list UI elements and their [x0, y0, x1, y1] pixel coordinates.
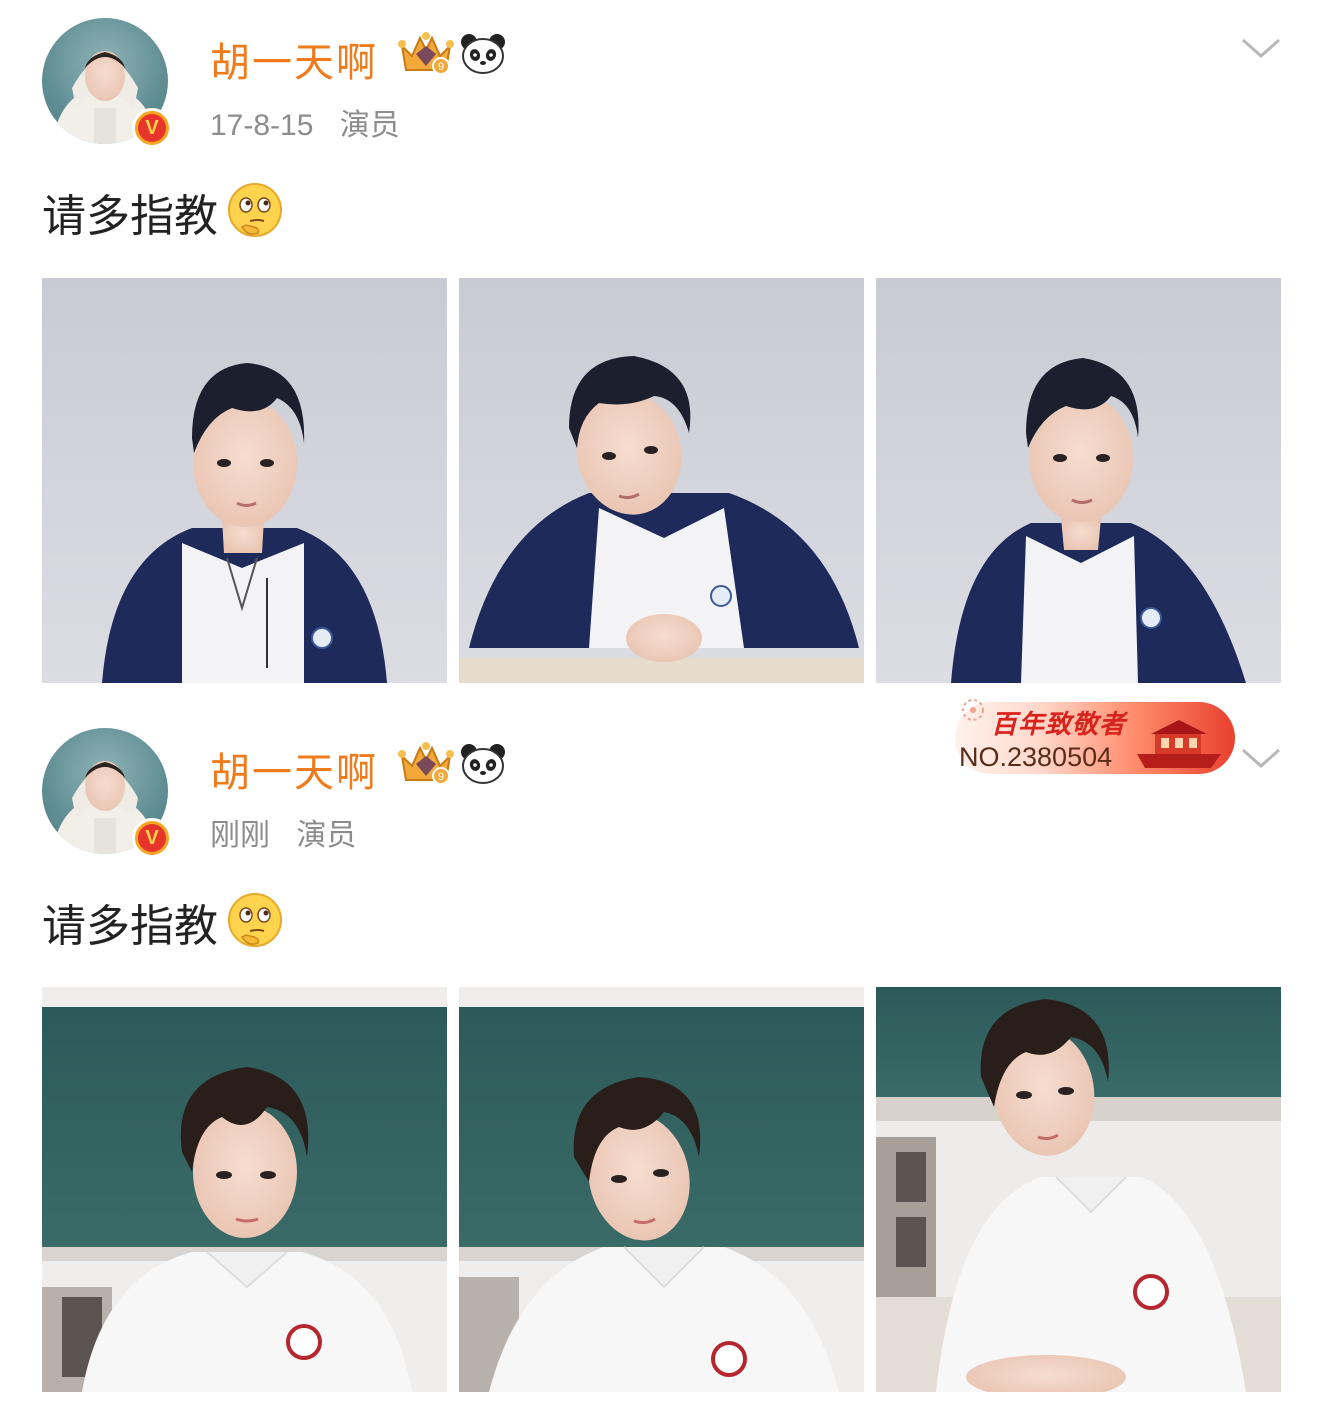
post-text-content: 请多指教 — [42, 191, 218, 242]
post-photo-2[interactable] — [459, 278, 864, 683]
chevron-down-icon[interactable] — [1240, 746, 1282, 772]
post-time: 刚刚 — [210, 819, 270, 852]
level-number: 9 — [438, 61, 444, 73]
post-meta: 刚刚 演员 — [210, 810, 374, 854]
post-photo-1[interactable] — [42, 987, 447, 1392]
crown-badge-icon[interactable]: 9 — [396, 740, 456, 786]
verified-badge: V — [132, 818, 172, 858]
thinking-emoji-icon — [228, 893, 282, 947]
post-time: 17-8-15 — [210, 109, 314, 142]
post-card: V 胡一天啊 9 17-8-15 演员 请多指教 — [0, 0, 1320, 700]
post-source: 演员 — [339, 109, 400, 142]
thinking-emoji-icon — [228, 183, 282, 237]
verified-v-icon: V — [138, 114, 166, 142]
post-text-content: 请多指教 — [42, 901, 218, 952]
panda-icon — [461, 34, 505, 74]
post-meta: 17-8-15 演员 — [210, 100, 418, 144]
verified-v-icon: V — [138, 824, 166, 852]
panda-icon — [461, 744, 505, 784]
post-source: 演员 — [296, 819, 357, 852]
post-card: V 胡一天啊 9 刚刚 演员 请多指教 — [0, 710, 1320, 1404]
post-photo-1[interactable] — [42, 278, 447, 683]
post-text: 请多指教 — [42, 890, 286, 954]
post-photo-2[interactable] — [459, 987, 864, 1392]
level-number: 9 — [438, 771, 444, 783]
username[interactable]: 胡一天啊 — [210, 740, 378, 798]
post-photo-3[interactable] — [876, 278, 1281, 683]
post-photo-3[interactable] — [876, 987, 1281, 1392]
username[interactable]: 胡一天啊 — [210, 30, 378, 88]
crown-badge-icon[interactable]: 9 — [396, 30, 456, 76]
post-text: 请多指教 — [42, 180, 286, 244]
verified-badge: V — [132, 108, 172, 148]
chevron-down-icon[interactable] — [1240, 36, 1282, 62]
